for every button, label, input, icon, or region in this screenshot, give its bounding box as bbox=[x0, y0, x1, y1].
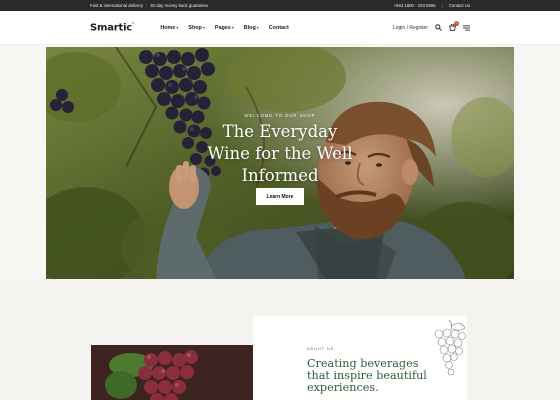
nav-blog[interactable]: Blog ▾ bbox=[244, 25, 259, 31]
hero-title-line-1: The Everyday bbox=[222, 122, 338, 141]
nav-home-label: Home bbox=[160, 24, 176, 31]
nav-home[interactable]: Home ▾ bbox=[160, 25, 178, 31]
chevron-down-icon: ▾ bbox=[256, 25, 259, 30]
hero-title-line-2: Wine for the Well bbox=[207, 144, 353, 163]
cart-icon[interactable]: 0 bbox=[448, 20, 459, 32]
about-title-line-3: experiences. bbox=[307, 381, 379, 394]
site-logo[interactable]: Smartic° bbox=[90, 21, 135, 34]
hero-banner: WELCOME TO OUR SHOP The Everyday Wine fo… bbox=[46, 47, 514, 279]
search-icon[interactable] bbox=[434, 24, 442, 32]
learn-more-button[interactable]: Learn More bbox=[256, 188, 304, 205]
chevron-down-icon: ▾ bbox=[231, 25, 234, 30]
red-grapes-illustration bbox=[91, 345, 276, 400]
login-register-link[interactable]: Login / Register bbox=[393, 25, 428, 31]
nav-shop-label: Shop bbox=[188, 24, 202, 31]
cart-count-badge: 0 bbox=[454, 20, 459, 26]
nav-contact-label: Contact bbox=[268, 24, 289, 31]
main-nav: Home ▾ Shop ▾ Pages ▾ Blog ▾ Contact bbox=[160, 25, 288, 31]
topbar-separator: | bbox=[441, 3, 443, 8]
grape-line-art-icon bbox=[434, 319, 466, 376]
logo-mark: ° bbox=[132, 21, 135, 28]
nav-blog-label: Blog bbox=[243, 24, 256, 31]
hero-text: WELCOME TO OUR SHOP The Everyday Wine fo… bbox=[46, 113, 514, 187]
hero-title-line-3: Informed bbox=[241, 166, 319, 185]
about-title: Creating beverages that inspire beautifu… bbox=[307, 358, 437, 394]
site-header: Smartic° Home ▾ Shop ▾ Pages ▾ Blog ▾ Contac… bbox=[0, 11, 560, 45]
grapes-image bbox=[91, 345, 276, 400]
menu-icon[interactable] bbox=[462, 24, 470, 32]
hero-title: The Everyday Wine for the Well Informed bbox=[46, 121, 514, 187]
nav-contact[interactable]: Contact bbox=[269, 25, 289, 31]
chevron-down-icon: ▾ bbox=[202, 25, 205, 30]
topbar-contact-link[interactable]: Contact Us bbox=[449, 3, 470, 8]
about-card: ABOUT US Creating beverages that inspire… bbox=[253, 316, 467, 400]
logo-text: Smartic bbox=[90, 22, 133, 34]
chevron-down-icon: ▾ bbox=[176, 25, 179, 30]
promo-guarantee: 30-day money back guarantee bbox=[150, 3, 209, 8]
topbar-phone[interactable]: +844 1800 - 333 5555 bbox=[393, 3, 435, 8]
nav-pages-label: Pages bbox=[214, 24, 231, 31]
about-kicker: ABOUT US bbox=[307, 347, 335, 351]
nav-shop[interactable]: Shop ▾ bbox=[188, 25, 205, 31]
promo-separator: | bbox=[146, 3, 148, 8]
hero-kicker: WELCOME TO OUR SHOP bbox=[244, 113, 316, 118]
topbar-promo: Fast & international delivery | 30-day m… bbox=[90, 3, 208, 8]
topbar: Fast & international delivery | 30-day m… bbox=[0, 0, 560, 11]
promo-delivery: Fast & international delivery bbox=[90, 3, 144, 8]
nav-pages[interactable]: Pages ▾ bbox=[215, 25, 234, 31]
